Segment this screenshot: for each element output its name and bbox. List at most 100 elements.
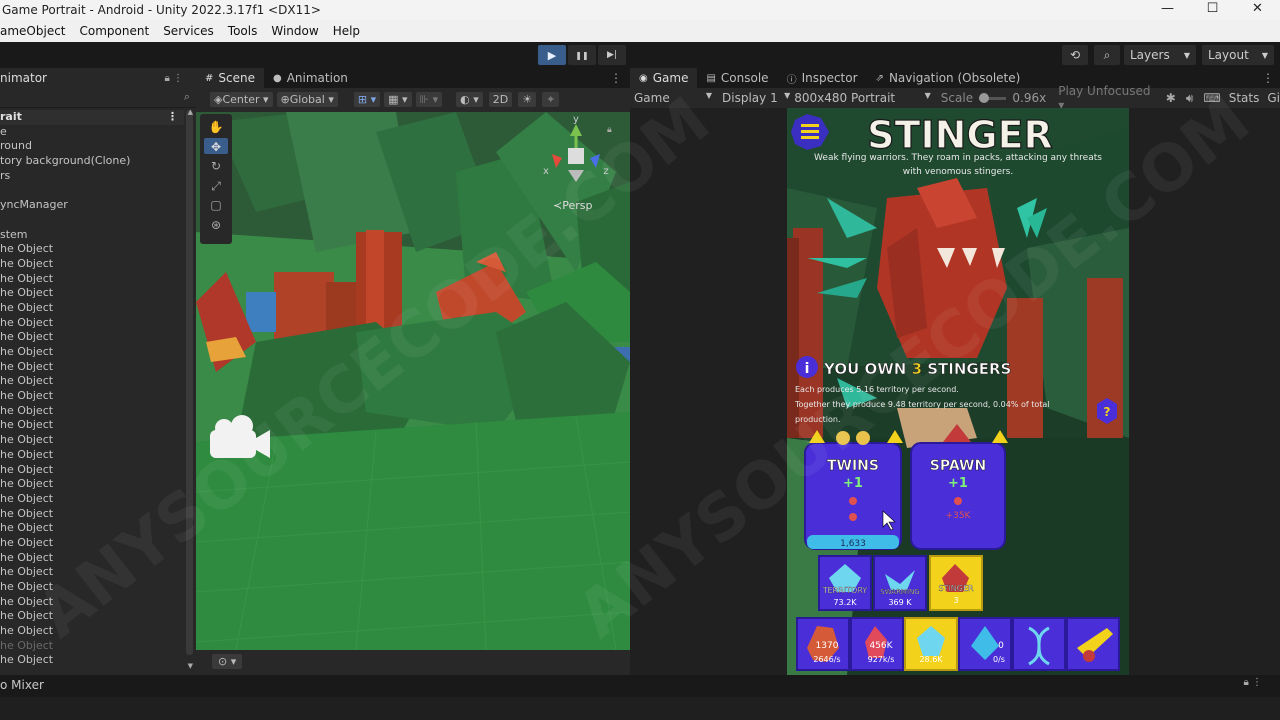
persp-label[interactable]: ≺Persp	[553, 199, 592, 212]
hierarchy-item[interactable]: he Object	[0, 639, 184, 654]
hierarchy-item[interactable]: he Object	[0, 301, 184, 316]
tab-animator[interactable]: nimator 🔒︎ ⋮	[0, 68, 196, 88]
unit-slot-2[interactable]: 456K 927k/s	[850, 617, 904, 671]
hierarchy-item[interactable]: he Object	[0, 448, 184, 463]
tab-console[interactable]: ▤ Console	[697, 68, 777, 88]
resource-stinger[interactable]: STINGER 3	[929, 555, 983, 611]
hierarchy-item[interactable]: he Object	[0, 345, 184, 360]
resource-swarming[interactable]: SWARMING 369 K	[873, 555, 927, 611]
hierarchy-item[interactable]: stem	[0, 228, 184, 243]
menu-help[interactable]: Help	[333, 24, 360, 38]
lock-icon[interactable]: 🔒︎	[607, 125, 612, 135]
unit-slot-4[interactable]: 0 0/s	[958, 617, 1012, 671]
audio-icon[interactable]: 🔊︎	[1186, 91, 1194, 106]
hierarchy-item[interactable]: round	[0, 139, 184, 154]
layout-dropdown[interactable]: Layout ▼	[1202, 45, 1274, 65]
audio-mixer-tab[interactable]: o Mixer	[0, 678, 44, 692]
gizmos-button[interactable]: Gi	[1267, 91, 1280, 105]
info-icon[interactable]: i	[796, 356, 818, 378]
more-icon[interactable]: ⋮	[167, 110, 178, 125]
resolution-dropdown[interactable]: 800x480 Portrait ▼	[794, 91, 931, 105]
stats-button[interactable]: Stats	[1229, 91, 1260, 105]
unit-slot-1[interactable]: 1370 2646/s	[796, 617, 850, 671]
hierarchy-item[interactable]: he Object	[0, 609, 184, 624]
tab-scene[interactable]: # Scene	[196, 68, 264, 88]
pivot-global-dropdown[interactable]: ⊕Global ▾	[276, 91, 338, 107]
step-button[interactable]: ▶|	[598, 45, 626, 65]
resource-territory[interactable]: TERRITORY 73.2K	[818, 555, 872, 611]
hierarchy-item[interactable]: he Object	[0, 624, 184, 639]
hierarchy-item[interactable]: he Object	[0, 463, 184, 478]
more-icon[interactable]: ⋮	[1262, 71, 1274, 85]
unit-slot-5[interactable]	[1012, 617, 1066, 671]
minimize-icon[interactable]: —	[1145, 0, 1190, 20]
hierarchy-item[interactable]: he Object	[0, 551, 184, 566]
hierarchy-item[interactable]: he Object	[0, 580, 184, 595]
hierarchy-scene-row[interactable]: rait ⋮	[0, 110, 184, 125]
tab-animation[interactable]: ● Animation	[264, 68, 357, 88]
hierarchy-item[interactable]: he Object	[0, 374, 184, 389]
display-dropdown[interactable]: Display 1 ▼	[722, 91, 790, 105]
unit-slot-6[interactable]	[1066, 617, 1120, 671]
hierarchy-item[interactable]: he Object	[0, 330, 184, 345]
game-viewport[interactable]: STINGER Weak flying warriors. They roam …	[630, 108, 1280, 675]
hierarchy-item[interactable]: he Object	[0, 286, 184, 301]
tab-navigation[interactable]: ⇗ Navigation (Obsolete)	[867, 68, 1030, 88]
hierarchy-item[interactable]: he Object	[0, 272, 184, 287]
maximize-icon[interactable]: ☐	[1190, 0, 1235, 20]
search-button[interactable]: ⌕	[1094, 45, 1120, 65]
game-view-dropdown[interactable]: Game ▼	[634, 91, 712, 105]
hierarchy-item[interactable]: he Object	[0, 404, 184, 419]
hierarchy-scrollbar[interactable]	[186, 110, 193, 655]
hierarchy-item[interactable]: he Object	[0, 653, 184, 668]
scale-slider[interactable]	[979, 92, 1007, 103]
hierarchy-item[interactable]: he Object	[0, 507, 184, 522]
hierarchy-item[interactable]: rs	[0, 169, 184, 184]
lighting-icon[interactable]: ☀	[518, 91, 537, 107]
hierarchy-item[interactable]: he Object	[0, 668, 184, 670]
unit-slot-3[interactable]: 28.6K	[904, 617, 958, 671]
layers-dropdown[interactable]: Layers ▼	[1124, 45, 1196, 65]
2d-toggle[interactable]: 2D	[488, 91, 513, 107]
menu-services[interactable]: Services	[163, 24, 214, 38]
hierarchy-item[interactable]: e	[0, 125, 184, 140]
hierarchy-item[interactable]: he Object	[0, 477, 184, 492]
effects-icon[interactable]: ✦	[542, 91, 560, 107]
grid-button[interactable]: ▦ ▾	[384, 91, 412, 107]
snap-button[interactable]: ⊞ ▾	[353, 91, 381, 107]
game-render[interactable]: STINGER Weak flying warriors. They roam …	[787, 108, 1129, 675]
lock-icon[interactable]: 🔒︎ ⋮	[1244, 677, 1263, 688]
pause-button[interactable]: ❚❚	[568, 45, 596, 65]
transform-tools[interactable]: ✋ ✥ ↻ ⤢ ▢ ⊛	[200, 114, 232, 244]
scene-render[interactable]: ✋ ✥ ↻ ⤢ ▢ ⊛ y x z ≺Persp 🔒︎	[196, 112, 630, 650]
tab-game[interactable]: ◉ Game	[630, 68, 698, 88]
hierarchy-item[interactable]	[0, 183, 184, 198]
overlay-menu-icon[interactable]: ⊙ ▾	[212, 654, 243, 669]
pivot-center-dropdown[interactable]: ◈Center ▾	[210, 91, 273, 107]
hierarchy-item[interactable]: yncManager	[0, 198, 184, 213]
hierarchy-item[interactable]: he Object	[0, 316, 184, 331]
hierarchy-item[interactable]: he Object	[0, 242, 184, 257]
hierarchy-item[interactable]: he Object	[0, 433, 184, 448]
menu-gameobject[interactable]: ameObject	[0, 24, 66, 38]
scale-slider-thumb[interactable]	[979, 92, 990, 103]
play-button[interactable]: ▶	[538, 45, 566, 65]
hierarchy-item[interactable]: he Object	[0, 257, 184, 272]
hierarchy-item[interactable]: he Object	[0, 360, 184, 375]
menu-window[interactable]: Window	[271, 24, 318, 38]
hierarchy-item[interactable]: tory background(Clone)	[0, 154, 184, 169]
hierarchy-item[interactable]: he Object	[0, 389, 184, 404]
hierarchy-item[interactable]: he Object	[0, 565, 184, 580]
hierarchy-item[interactable]: he Object	[0, 595, 184, 610]
tab-inspector[interactable]: ⓘ Inspector	[778, 68, 867, 88]
bug-icon[interactable]: ✱	[1166, 91, 1176, 105]
menu-tools[interactable]: Tools	[228, 24, 258, 38]
scene-viewport[interactable]: ✋ ✥ ↻ ⤢ ▢ ⊛ y x z ≺Persp 🔒︎	[196, 112, 630, 650]
hierarchy-item[interactable]: he Object	[0, 418, 184, 433]
keyboard-icon[interactable]: ⌨	[1203, 91, 1220, 105]
hierarchy-item[interactable]: he Object	[0, 492, 184, 507]
close-icon[interactable]: ✕	[1235, 0, 1280, 20]
hierarchy-search[interactable]: ⌕	[0, 88, 196, 108]
scroll-up-icon[interactable]: ▲	[188, 108, 193, 116]
game-screen[interactable]: STINGER Weak flying warriors. They roam …	[787, 108, 1129, 675]
